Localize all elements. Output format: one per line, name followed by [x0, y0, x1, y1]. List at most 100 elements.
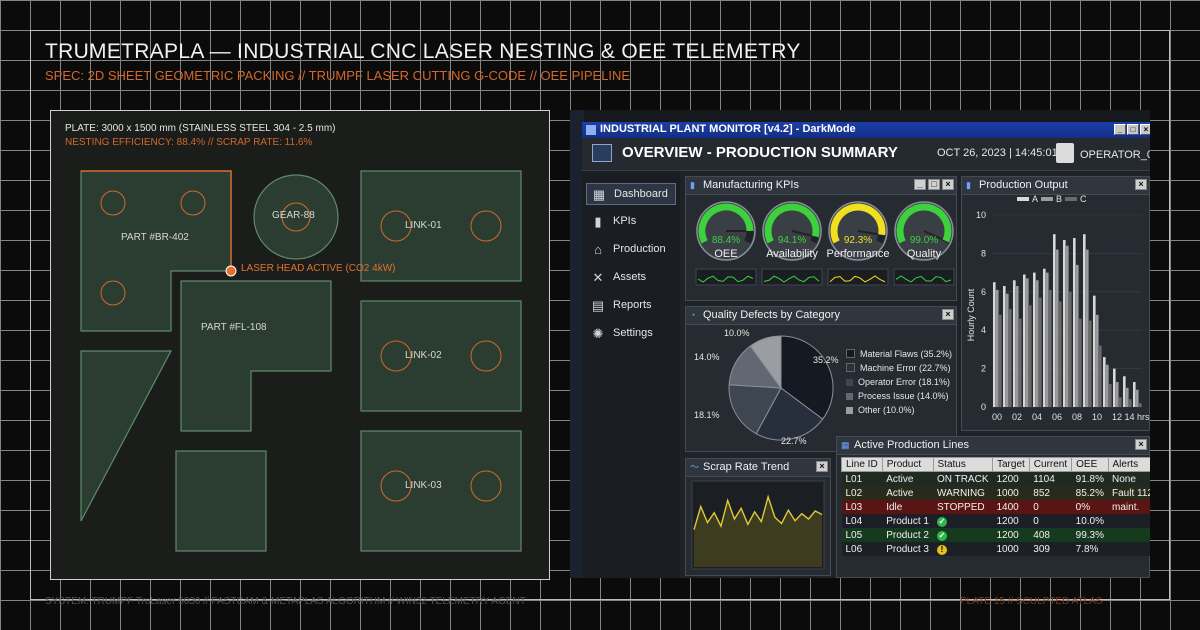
factory-icon: ⌂	[594, 242, 602, 257]
x-tick-label: 12	[1112, 412, 1122, 422]
legend-item: Process Issue (14.0%)	[846, 391, 949, 401]
output-panel-title: Production Output	[979, 179, 1068, 191]
bar-chart-icon: ▮	[594, 214, 602, 229]
table-row[interactable]: L04 Product 1 ✓ 1200 0 10.0%	[841, 514, 1150, 528]
y-tick-label: 4	[981, 325, 986, 335]
bar-C-08	[1079, 318, 1082, 407]
table-row[interactable]: L02 Active WARNING 1000 852 85.2% Fault 112	[841, 486, 1150, 500]
x-tick-label: 06	[1052, 412, 1062, 422]
pie-label-other: 10.0%	[724, 328, 750, 338]
kpi-gauge: 88.4% OEE	[694, 197, 758, 287]
close-button[interactable]: ×	[1140, 124, 1150, 135]
sidebar: ▦ Dashboard ▮ KPIs ⌂ Production ✕ Assets ▤ Re…	[582, 171, 680, 578]
col-line-id[interactable]: Line ID	[841, 457, 883, 472]
user-avatar[interactable]	[1056, 143, 1074, 163]
home-icon[interactable]	[592, 144, 612, 162]
panel-close-button[interactable]: ×	[1135, 179, 1147, 190]
gauge-value: 99.0%	[909, 235, 939, 246]
col-current[interactable]: Current	[1028, 457, 1073, 472]
laser-status-label: LASER HEAD ACTIVE (CO2 4kW)	[241, 263, 396, 274]
panel-close-button[interactable]: ×	[942, 309, 954, 320]
scrap-panel-title: Scrap Rate Trend	[703, 461, 790, 473]
kpi-gauge: 99.0% Quality	[892, 197, 956, 287]
production-output-panel: ▮ Production Output × 0 2 4 6 8 10 Hourly Count…	[961, 176, 1150, 431]
panel-close-button[interactable]: ×	[816, 461, 828, 472]
minimize-button[interactable]: _	[1114, 124, 1126, 135]
col-target[interactable]: Target	[992, 457, 1030, 472]
sidebar-item-production[interactable]: ⌂ Production	[586, 239, 676, 261]
kpi-panel-title: Manufacturing KPIs	[703, 179, 799, 191]
bar-A-09	[1083, 234, 1086, 407]
bar-C-12	[1119, 397, 1122, 407]
bar-B-12	[1116, 382, 1119, 407]
panel-close-button[interactable]: ×	[942, 179, 954, 190]
y-tick-label: 8	[981, 248, 986, 258]
bar-B-14	[1136, 389, 1139, 407]
app-icon	[586, 125, 596, 135]
datetime: OCT 26, 2023 | 14:45:01	[937, 147, 1058, 159]
footer-system: SYSTEM: TRUMPF TruLaser 5030 // FASTCAM …	[45, 596, 526, 607]
check-icon: ✓	[937, 530, 947, 541]
kpi-gauge: 92.3% Performance	[826, 197, 890, 287]
x-tick-label: 04	[1032, 412, 1042, 422]
bar-B-13	[1126, 387, 1129, 407]
sidebar-item-settings[interactable]: ✺ Settings	[586, 323, 676, 345]
table-row[interactable]: L03 Idle STOPPED 1400 0 0% maint.	[841, 500, 1150, 514]
bar-C-14	[1139, 403, 1142, 407]
bar-A-10	[1093, 295, 1096, 407]
page-subtitle: SPEC: 2D SHEET GEOMETRIC PACKING // TRUM…	[45, 68, 631, 83]
maximize-button[interactable]: □	[1127, 124, 1139, 135]
production-lines-table: Line ID Product Status Target Current OE…	[841, 457, 1150, 556]
panel-maximize-button[interactable]: □	[928, 179, 940, 190]
table-row[interactable]: L01 Active ON TRACK 1200 1104 91.8% None	[841, 471, 1150, 486]
col-alerts[interactable]: Alerts	[1107, 457, 1150, 472]
gauge-value: 88.4%	[711, 235, 741, 246]
panel-close-button[interactable]: ×	[1135, 439, 1147, 450]
window-titlebar[interactable]: INDUSTRIAL PLANT MONITOR [v4.2] - DarkMo…	[582, 122, 1150, 138]
bar-A-02	[1013, 280, 1016, 407]
col-status[interactable]: Status	[932, 457, 993, 472]
scrap-rate-chart	[691, 480, 825, 570]
wrench-icon: ✕	[592, 270, 604, 285]
col-oee[interactable]: OEE	[1071, 457, 1109, 472]
gauge-label: Performance	[826, 248, 890, 260]
bar-A-11	[1103, 357, 1106, 407]
col-product[interactable]: Product	[881, 457, 934, 472]
bar-A-00	[993, 282, 996, 407]
bar-chart-icon: ▮	[966, 180, 971, 190]
production-output-chart: 0246810Hourly Count00 02 04 06 08 10 12 14 hrsA…	[966, 195, 1149, 422]
legend-label: B	[1056, 195, 1062, 204]
sidebar-item-assets[interactable]: ✕ Assets	[586, 267, 676, 289]
sidebar-item-kpis[interactable]: ▮ KPIs	[586, 211, 676, 233]
panel-minimize-button[interactable]: _	[914, 179, 926, 190]
sidebar-item-reports[interactable]: ▤ Reports	[586, 295, 676, 317]
table-row[interactable]: L05 Product 2 ✓ 1200 408 99.3%	[841, 528, 1150, 542]
kpi-panel: ▮ Manufacturing KPIs _ □ × 88.4% OEE 94.1% A…	[685, 176, 957, 301]
bar-B-10	[1096, 314, 1099, 407]
pie-label-material: 35.2%	[813, 355, 839, 365]
plant-monitor-window: INDUSTRIAL PLANT MONITOR [v4.2] - DarkMo…	[570, 110, 1150, 578]
bar-C-07	[1069, 291, 1072, 407]
legend-swatch	[1041, 197, 1053, 201]
y-tick-label: 6	[981, 287, 986, 297]
bar-C-01	[1009, 309, 1012, 407]
bar-C-06	[1059, 301, 1062, 407]
document-icon: ▤	[591, 298, 605, 313]
defects-panel-title: Quality Defects by Category	[703, 309, 840, 321]
pie-label-machine: 22.7%	[781, 436, 807, 446]
bar-A-06	[1053, 234, 1056, 407]
bar-A-01	[1003, 286, 1006, 407]
bar-A-08	[1073, 238, 1076, 407]
table-icon: ▦	[841, 440, 850, 450]
legend-label: C	[1080, 195, 1087, 204]
table-row[interactable]: L06 Product 3! 1000 309 7.8%	[841, 542, 1150, 556]
gear-icon: ✺	[592, 326, 604, 341]
gauge-value: 92.3%	[843, 235, 873, 246]
legend-item: Material Flaws (35.2%)	[846, 349, 952, 359]
app-body: OVERVIEW - PRODUCTION SUMMARY OCT 26, 20…	[582, 138, 1150, 578]
bar-B-04	[1036, 280, 1039, 407]
bar-A-03	[1023, 274, 1026, 407]
y-tick-label: 10	[976, 210, 986, 220]
sidebar-item-dashboard[interactable]: ▦ Dashboard	[586, 183, 676, 205]
bar-A-05	[1043, 268, 1046, 407]
